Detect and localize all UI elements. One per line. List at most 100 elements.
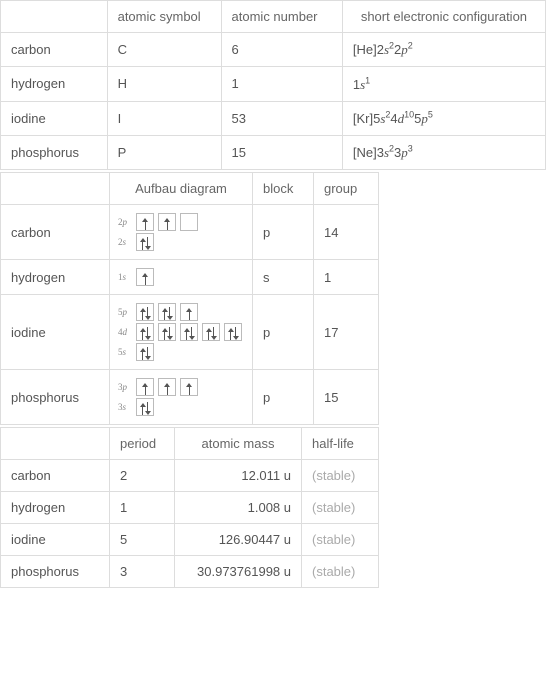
orbital-box (180, 378, 198, 396)
orbital-box (158, 323, 176, 341)
block-value: p (253, 205, 314, 260)
table-row: iodineI53[Kr]5s24d105p5 (1, 101, 546, 135)
table-header-row: period atomic mass half-life (1, 428, 379, 460)
table-header-row: Aufbau diagram block group (1, 173, 379, 205)
element-name: phosphorus (1, 370, 110, 425)
orbital-row: 5p (118, 303, 244, 321)
arrow-up-icon (143, 382, 147, 395)
block-value: s (253, 260, 314, 295)
orbital-label: 4d (118, 327, 132, 337)
table-row: hydrogen1ss1 (1, 260, 379, 295)
group-value: 15 (314, 370, 379, 425)
arrow-down-icon (146, 402, 150, 415)
orbital-label: 5p (118, 307, 132, 317)
orbital-box (158, 303, 176, 321)
aufbau-diagram: 5p 4d 5s (110, 295, 253, 370)
period-value: 2 (110, 460, 175, 492)
group-value: 17 (314, 295, 379, 370)
orbital-box (180, 303, 198, 321)
element-name: iodine (1, 101, 108, 135)
element-name: carbon (1, 460, 110, 492)
electronic-config: [Kr]5s24d105p5 (342, 101, 545, 135)
orbital-box (180, 323, 198, 341)
arrow-up-icon (143, 217, 147, 230)
arrow-up-icon (187, 382, 191, 395)
arrow-down-icon (146, 327, 150, 340)
atomic-symbol: H (107, 67, 221, 101)
element-name: phosphorus (1, 135, 108, 169)
orbital-box (136, 213, 154, 231)
arrow-down-icon (168, 307, 172, 320)
orbital-box (136, 343, 154, 361)
table-period-mass: period atomic mass half-life carbon212.0… (0, 427, 379, 588)
electronic-config: [Ne]3s23p3 (342, 135, 545, 169)
col-header-symbol: atomic symbol (107, 1, 221, 33)
col-header-aufbau: Aufbau diagram (110, 173, 253, 205)
orbital-label: 3p (118, 382, 132, 392)
atomic-mass: 30.973761998 u (175, 556, 302, 588)
half-life: (stable) (302, 492, 379, 524)
atomic-symbol: I (107, 101, 221, 135)
arrow-down-icon (146, 307, 150, 320)
col-header-halflife: half-life (302, 428, 379, 460)
orbital-box (136, 268, 154, 286)
period-value: 1 (110, 492, 175, 524)
table-row: phosphorus330.973761998 u(stable) (1, 556, 379, 588)
table-row: carbon212.011 u(stable) (1, 460, 379, 492)
arrow-up-icon (165, 382, 169, 395)
arrow-up-icon (187, 307, 191, 320)
arrow-down-icon (212, 327, 216, 340)
col-header-empty (1, 428, 110, 460)
half-life: (stable) (302, 524, 379, 556)
orbital-box (158, 213, 176, 231)
arrow-down-icon (146, 237, 150, 250)
element-name: phosphorus (1, 556, 110, 588)
orbital-box (224, 323, 242, 341)
atomic-number: 6 (221, 33, 342, 67)
orbital-box (136, 378, 154, 396)
col-header-empty (1, 173, 110, 205)
atomic-symbol: P (107, 135, 221, 169)
element-name: carbon (1, 205, 110, 260)
orbital-box (136, 303, 154, 321)
arrow-down-icon (146, 347, 150, 360)
element-name: carbon (1, 33, 108, 67)
aufbau-diagram: 3p 3s (110, 370, 253, 425)
atomic-number: 53 (221, 101, 342, 135)
block-value: p (253, 370, 314, 425)
electronic-config: 1s1 (342, 67, 545, 101)
arrow-down-icon (168, 327, 172, 340)
orbital-row: 1s (118, 268, 244, 286)
orbital-row: 5s (118, 343, 244, 361)
table-atomic-info: atomic symbol atomic number short electr… (0, 0, 546, 170)
element-name: iodine (1, 295, 110, 370)
aufbau-diagram: 1s (110, 260, 253, 295)
orbital-row: 2p (118, 213, 244, 231)
atomic-number: 1 (221, 67, 342, 101)
orbital-label: 2p (118, 217, 132, 227)
element-name: hydrogen (1, 492, 110, 524)
half-life: (stable) (302, 556, 379, 588)
table-row: carbon 2p 2s p14 (1, 205, 379, 260)
table-header-row: atomic symbol atomic number short electr… (1, 1, 546, 33)
group-value: 14 (314, 205, 379, 260)
orbital-label: 3s (118, 402, 132, 412)
atomic-mass: 1.008 u (175, 492, 302, 524)
table-row: phosphorus 3p 3s p15 (1, 370, 379, 425)
col-header-mass: atomic mass (175, 428, 302, 460)
orbital-row: 2s (118, 233, 244, 251)
orbital-row: 3s (118, 398, 244, 416)
col-header-number: atomic number (221, 1, 342, 33)
period-value: 3 (110, 556, 175, 588)
element-name: hydrogen (1, 260, 110, 295)
arrow-up-icon (165, 217, 169, 230)
atomic-mass: 12.011 u (175, 460, 302, 492)
orbital-label: 5s (118, 347, 132, 357)
orbital-box (136, 398, 154, 416)
element-name: hydrogen (1, 67, 108, 101)
electronic-config: [He]2s22p2 (342, 33, 545, 67)
atomic-number: 15 (221, 135, 342, 169)
table-row: carbonC6[He]2s22p2 (1, 33, 546, 67)
table-row: iodine5p4d5sp17 (1, 295, 379, 370)
orbital-label: 1s (118, 272, 132, 282)
